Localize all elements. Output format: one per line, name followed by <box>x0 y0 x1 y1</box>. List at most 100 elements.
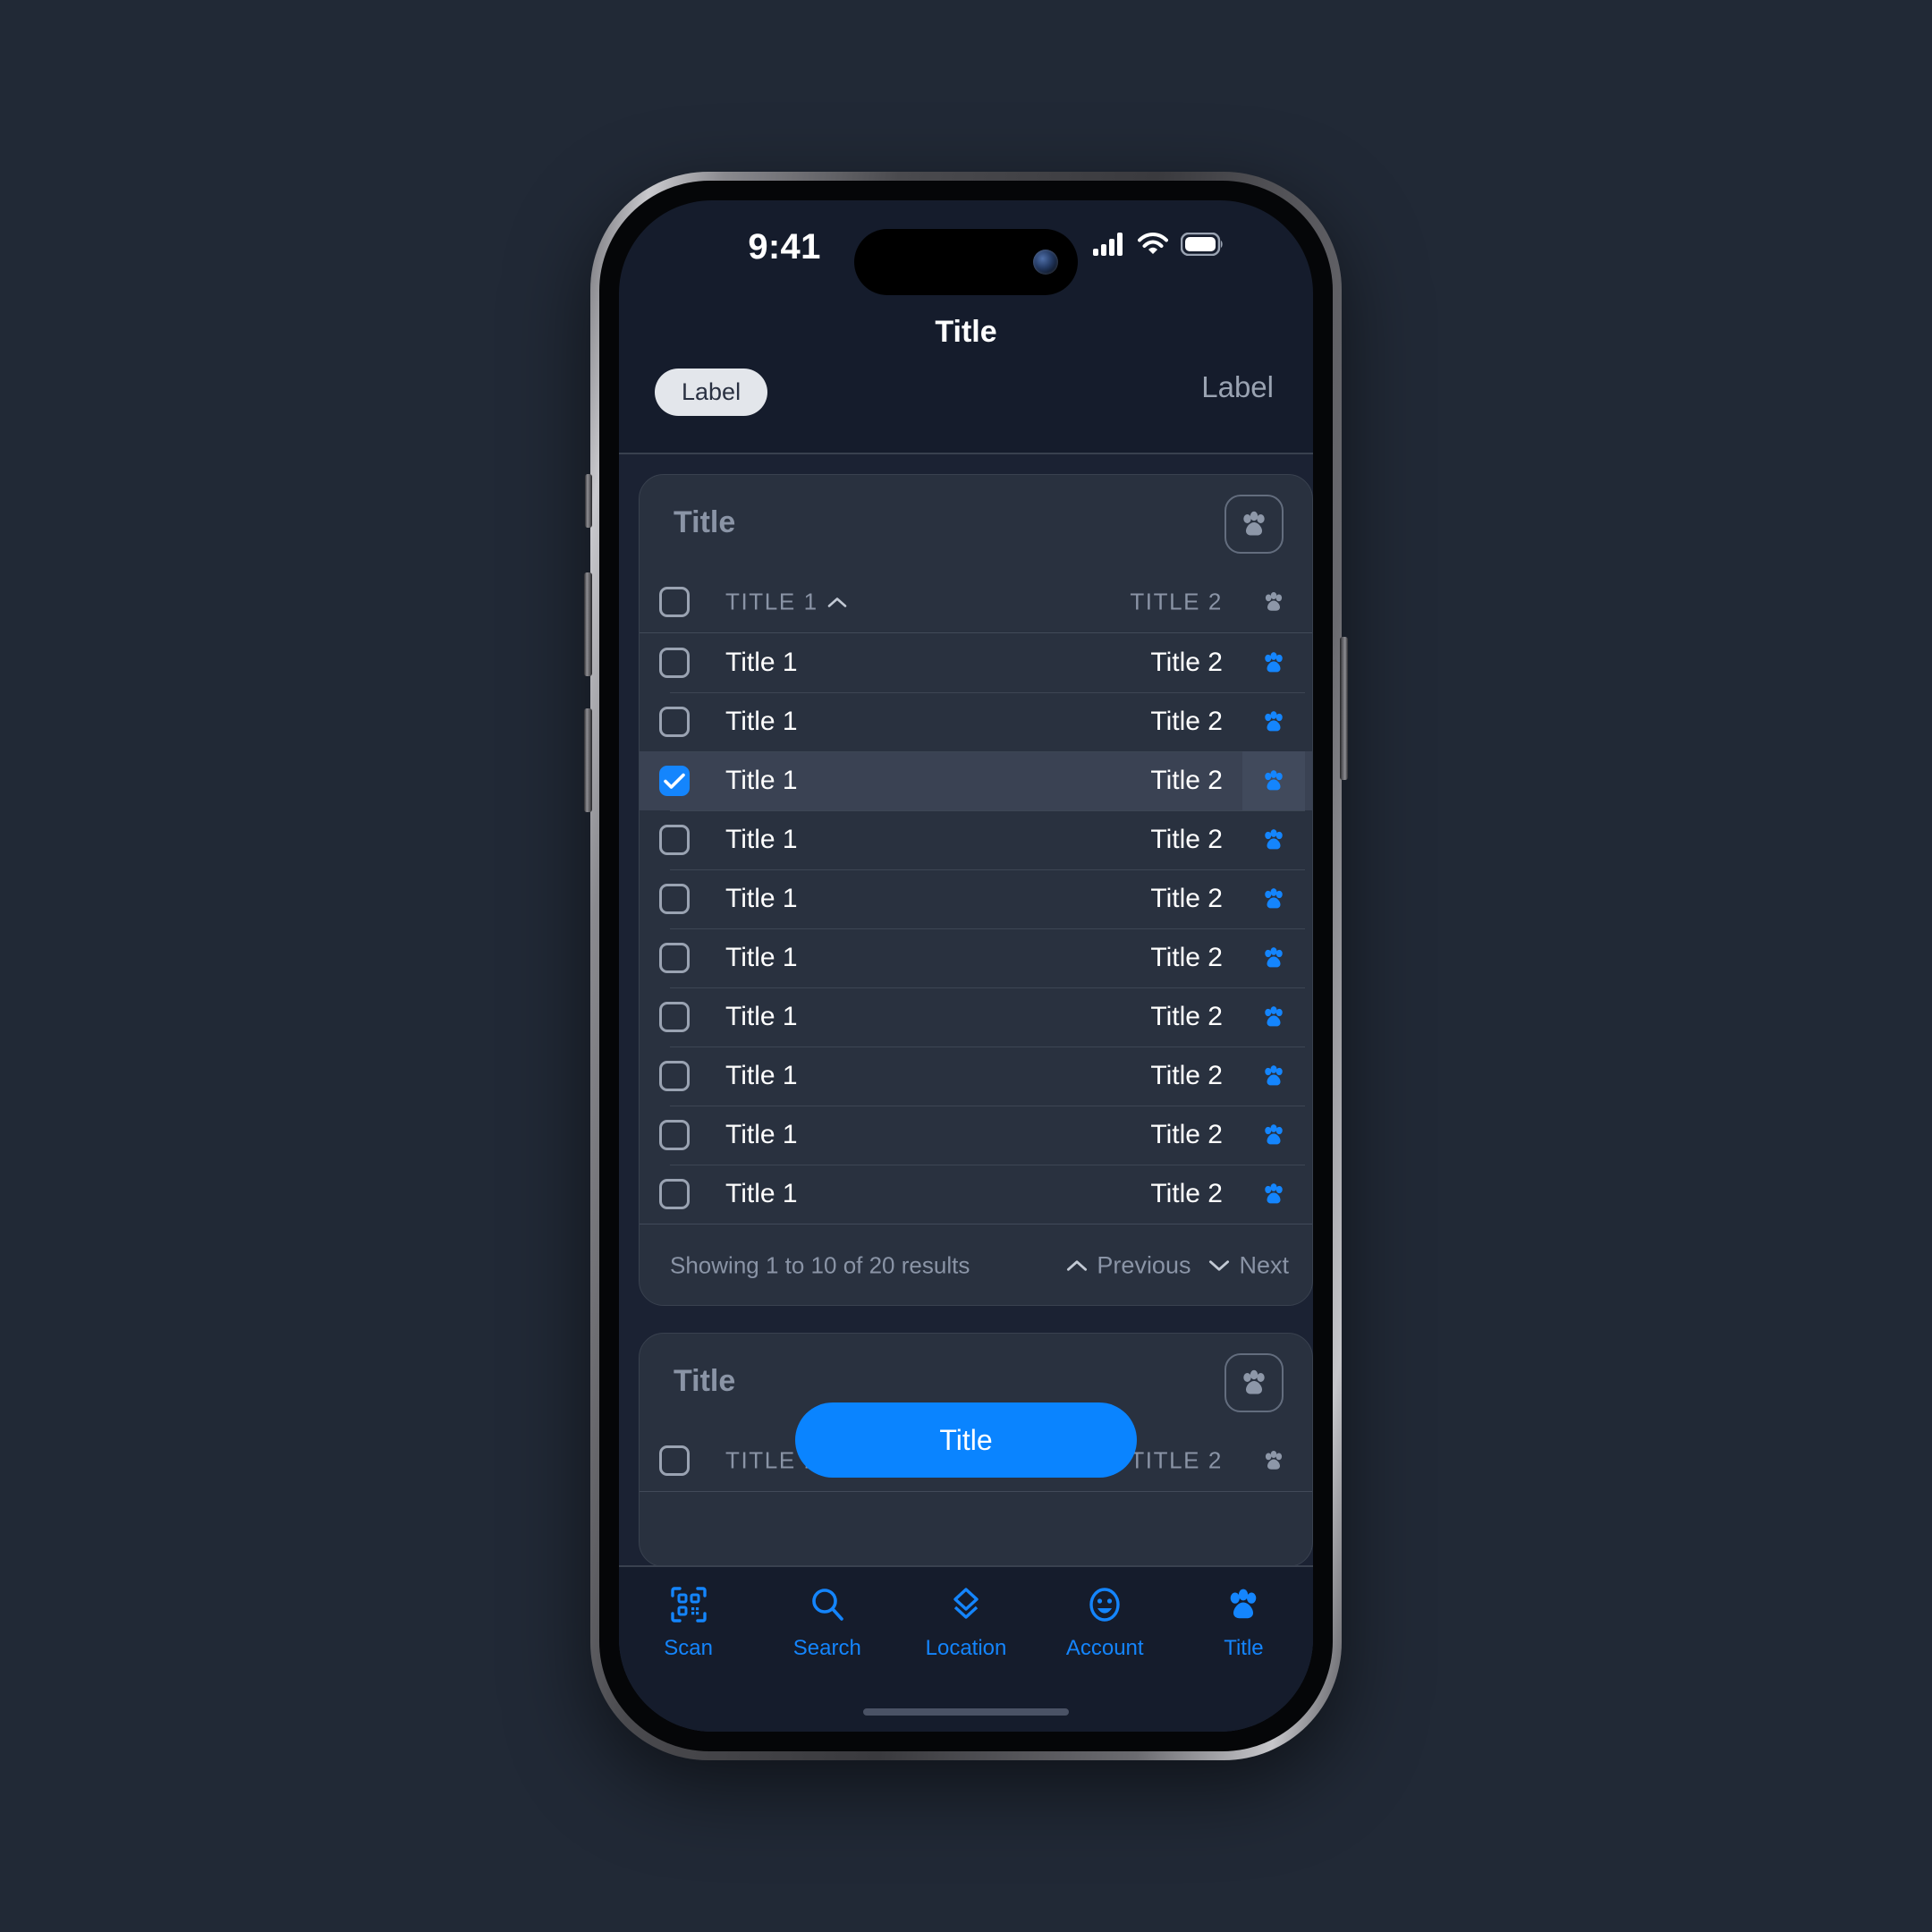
screenshot-canvas: 9:41 Title Label Label Title TITLE 1 TIT… <box>0 0 1932 1932</box>
nav-right-label[interactable]: Label <box>1201 369 1274 405</box>
paw-action-button[interactable] <box>1224 495 1284 554</box>
paw-action-button-secondary[interactable] <box>1224 1353 1284 1412</box>
table-row[interactable]: Title 1 Title 2 <box>640 692 1312 751</box>
next-page-button[interactable]: Next <box>1208 1252 1289 1280</box>
front-camera-icon <box>1033 250 1058 275</box>
row-cell-title-1: Title 1 <box>725 1179 798 1208</box>
floating-action-button[interactable]: Title <box>795 1402 1137 1478</box>
paw-icon <box>1265 711 1283 732</box>
row-checkbox[interactable] <box>659 943 690 973</box>
card-header: Title <box>640 475 1312 572</box>
row-checkbox[interactable] <box>659 1002 690 1032</box>
paw-icon <box>1265 1450 1283 1470</box>
row-cell-title-2: Title 2 <box>1150 943 1223 972</box>
paw-icon <box>1265 770 1283 791</box>
column-header-title-1-label: TITLE 1 <box>725 588 818 615</box>
row-paw-button[interactable] <box>1242 928 1305 987</box>
table-row[interactable]: Title 1 Title 2 <box>640 1106 1312 1165</box>
pagination-controls: Previous Next <box>1066 1252 1289 1280</box>
tab-item-title[interactable]: Title <box>1174 1585 1313 1661</box>
row-checkbox[interactable] <box>659 825 690 855</box>
table-row[interactable]: Title 1 Title 2 <box>640 810 1312 869</box>
row-checkbox[interactable] <box>659 707 690 737</box>
row-cell-title-2: Title 2 <box>1150 648 1223 677</box>
row-paw-button[interactable] <box>1242 1106 1305 1165</box>
paw-icon <box>1224 1585 1263 1629</box>
paw-icon <box>1265 829 1283 850</box>
row-cell-title-1: Title 1 <box>725 1120 798 1149</box>
row-checkbox[interactable] <box>659 1120 690 1150</box>
scroll-content[interactable]: Title TITLE 1 TITLE 2 Title 1 Title 2 Ti… <box>619 454 1313 1732</box>
tab-label: Search <box>792 1636 861 1660</box>
home-indicator <box>863 1708 1069 1716</box>
chevron-down-icon <box>1209 1260 1230 1271</box>
row-paw-button[interactable] <box>1242 987 1305 1046</box>
previous-page-button[interactable]: Previous <box>1066 1252 1191 1280</box>
phone-frame: 9:41 Title Label Label Title TITLE 1 TIT… <box>584 172 1348 1760</box>
table-row[interactable]: Title 1 Title 2 <box>640 987 1312 1046</box>
row-checkbox[interactable] <box>659 1179 690 1209</box>
row-paw-button[interactable] <box>1242 1165 1305 1224</box>
row-paw-button[interactable] <box>1242 1046 1305 1106</box>
row-cell-title-2: Title 2 <box>1150 1179 1223 1208</box>
tab-item-scan[interactable]: Scan <box>619 1585 758 1661</box>
table-row[interactable]: Title 1 Title 2 <box>640 928 1312 987</box>
row-paw-button[interactable] <box>1242 633 1305 692</box>
tab-label: Location <box>925 1636 1007 1660</box>
paw-icon <box>1265 947 1283 968</box>
search-icon <box>808 1585 847 1629</box>
volume-up-button[interactable] <box>584 572 592 676</box>
row-checkbox[interactable] <box>659 766 690 796</box>
table-row[interactable]: Title 1 Title 2 <box>640 869 1312 928</box>
card-title: Title <box>674 505 736 539</box>
row-checkbox[interactable] <box>659 884 690 914</box>
status-clock: 9:41 <box>748 227 821 267</box>
signal-bars-icon <box>1093 233 1125 260</box>
power-button[interactable] <box>1340 637 1348 780</box>
table-body: Title 1 Title 2 Title 1 Title 2 Title 1 … <box>640 633 1312 1224</box>
table-row[interactable]: Title 1 Title 2 <box>640 1046 1312 1106</box>
row-paw-button[interactable] <box>1242 869 1305 928</box>
silent-switch-button[interactable] <box>585 474 592 528</box>
row-paw-button[interactable] <box>1242 692 1305 751</box>
row-paw-button[interactable] <box>1242 810 1305 869</box>
row-checkbox[interactable] <box>659 1061 690 1091</box>
paw-icon <box>1231 1589 1257 1619</box>
chevron-up-icon <box>1067 1260 1088 1271</box>
table-row[interactable]: Title 1 Title 2 <box>640 1165 1312 1224</box>
row-cell-title-1: Title 1 <box>725 1002 798 1031</box>
paw-icon <box>1265 888 1283 909</box>
column-header-title-1[interactable]: TITLE 1 <box>725 589 847 616</box>
bottom-tab-bar: Scan Search Location Account Title <box>619 1565 1313 1732</box>
tab-item-location[interactable]: Location <box>896 1585 1035 1661</box>
table-row[interactable]: Title 1 Title 2 <box>640 633 1312 692</box>
next-page-label: Next <box>1239 1251 1289 1279</box>
select-all-checkbox[interactable] <box>659 587 690 617</box>
row-checkbox[interactable] <box>659 648 690 678</box>
tab-item-account[interactable]: Account <box>1036 1585 1174 1661</box>
previous-page-label: Previous <box>1097 1251 1191 1279</box>
table-card-primary: Title TITLE 1 TITLE 2 Title 1 Title 2 Ti… <box>639 474 1313 1306</box>
row-cell-title-2: Title 2 <box>1150 1120 1223 1149</box>
column-header-title-2-secondary[interactable]: TITLE 2 <box>1130 1447 1223 1475</box>
chevron-up-icon <box>827 597 846 607</box>
battery-icon <box>1180 232 1224 260</box>
table-row[interactable]: Title 1 Title 2 <box>640 751 1312 810</box>
page-title: Title <box>935 315 997 349</box>
paw-icon <box>1243 1369 1265 1394</box>
select-all-checkbox-secondary[interactable] <box>659 1445 690 1476</box>
results-count-text: Showing 1 to 10 of 20 results <box>670 1251 970 1279</box>
tab-label: Scan <box>664 1636 713 1660</box>
nav-left-chip[interactable]: Label <box>655 369 768 416</box>
row-paw-button[interactable] <box>1242 751 1305 810</box>
volume-down-button[interactable] <box>584 708 592 812</box>
column-header-title-2[interactable]: TITLE 2 <box>1130 589 1223 616</box>
row-cell-title-1: Title 1 <box>725 766 798 795</box>
tab-item-search[interactable]: Search <box>758 1585 896 1661</box>
row-cell-title-1: Title 1 <box>725 648 798 677</box>
row-cell-title-1: Title 1 <box>725 884 798 913</box>
table-footer: Showing 1 to 10 of 20 results Previous N… <box>640 1224 1312 1305</box>
row-cell-title-1: Title 1 <box>725 1061 798 1090</box>
row-cell-title-1: Title 1 <box>725 707 798 736</box>
phone-bezel: 9:41 Title Label Label Title TITLE 1 TIT… <box>599 181 1333 1751</box>
